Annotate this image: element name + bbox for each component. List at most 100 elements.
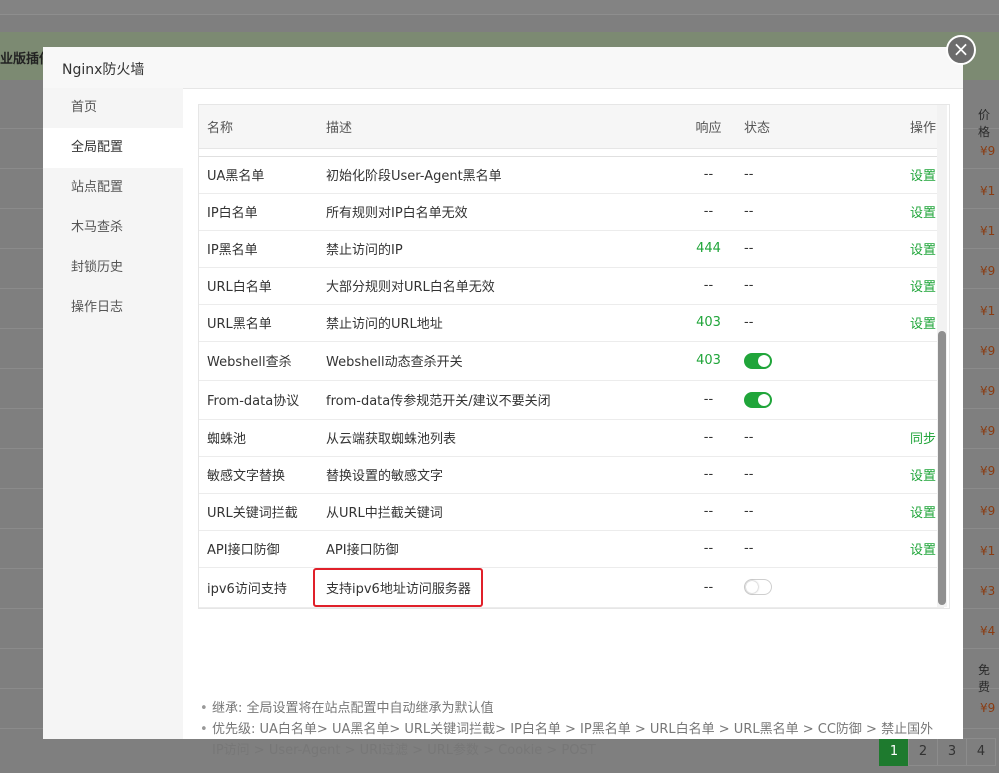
rule-desc-cell: 支持ipv6地址访问服务器: [313, 567, 681, 608]
global-config-panel: 名称 描述 响应 状态 操作 UA黑名单 初始化阶段User-Agent黑名单 --…: [183, 88, 963, 758]
rule-toggle-switch[interactable]: [744, 352, 772, 369]
notes-list: • 继承: 全局设置将在站点配置中自动继承为默认值 • 优先级: UA白名单> UA黑…: [200, 698, 940, 761]
table-row: IP白名单 所有规则对IP白名单无效 -- -- 设置: [199, 193, 944, 231]
rule-response: --: [681, 567, 736, 608]
settings-link[interactable]: 设置: [910, 169, 936, 184]
settings-link[interactable]: 设置: [910, 317, 936, 332]
sync-link[interactable]: 同步: [910, 432, 936, 447]
settings-link[interactable]: 设置: [910, 280, 936, 295]
rule-op-cell: 设置: [872, 456, 944, 494]
modal-header: Nginx防火墙: [43, 47, 963, 89]
background-price: ¥1: [980, 184, 996, 198]
rule-response: --: [681, 380, 736, 420]
background-price: ¥9: [980, 344, 996, 358]
rule-state-cell: --: [736, 156, 872, 194]
background-price: ¥1: [980, 224, 996, 238]
rule-name: IP白名单: [199, 193, 318, 231]
rule-description: Webshell动态查杀开关: [326, 355, 463, 370]
sidebar-item-site-config[interactable]: 站点配置: [43, 168, 183, 208]
rule-state-text: --: [744, 278, 754, 293]
table-spacer: [199, 148, 944, 157]
rule-desc-cell: 禁止访问的URL地址: [318, 304, 681, 342]
settings-link[interactable]: 设置: [910, 469, 936, 484]
rule-name: UA黑名单: [199, 156, 318, 194]
rule-desc-cell: Webshell动态查杀开关: [318, 341, 681, 381]
note-text: 优先级: UA白名单> UA黑名单> URL关键词拦截> IP白名单 > IP黑…: [212, 722, 934, 758]
rule-state-text: --: [744, 241, 754, 256]
rule-state-text: --: [744, 504, 754, 519]
page-3-button[interactable]: 3: [937, 738, 967, 766]
rule-op-cell: 设置: [872, 267, 944, 305]
settings-link[interactable]: 设置: [910, 206, 936, 221]
background-price: ¥9: [980, 264, 996, 278]
rule-state-text: --: [744, 541, 754, 556]
rule-name: 敏感文字替换: [199, 456, 318, 494]
rule-state-text: --: [744, 315, 754, 330]
close-icon[interactable]: ×: [946, 35, 976, 65]
background-price: ¥9: [980, 144, 996, 158]
scrollbar-thumb[interactable]: [938, 331, 946, 605]
rule-description: 所有规则对IP白名单无效: [326, 206, 468, 221]
sidebar-item-trojan-scan[interactable]: 木马查杀: [43, 208, 183, 248]
rule-description: from-data传参规范开关/建议不要关闭: [326, 394, 551, 409]
table-row: From-data协议 from-data传参规范开关/建议不要关闭 --: [199, 380, 944, 420]
table-row: URL黑名单 禁止访问的URL地址 403 -- 设置: [199, 304, 944, 342]
table-row: Webshell查杀 Webshell动态查杀开关 403: [199, 341, 944, 381]
rule-name: IP黑名单: [199, 230, 318, 268]
rule-state-cell: --: [736, 267, 872, 305]
table-row: URL白名单 大部分规则对URL白名单无效 -- -- 设置: [199, 267, 944, 305]
rule-state-cell: --: [736, 230, 872, 268]
rule-name: Webshell查杀: [199, 341, 318, 381]
rule-desc-cell: 从URL中拦截关键词: [318, 493, 681, 531]
rule-description: 从URL中拦截关键词: [326, 506, 443, 521]
rule-description: API接口防御: [326, 543, 399, 558]
rule-desc-cell: 替换设置的敏感文字: [318, 456, 681, 494]
rules-table: 名称 描述 响应 状态 操作 UA黑名单 初始化阶段User-Agent黑名单 --…: [199, 105, 944, 608]
rule-name: URL黑名单: [199, 304, 318, 342]
rule-state-cell: --: [736, 493, 872, 531]
sidebar-item-global-config[interactable]: 全局配置: [43, 128, 183, 168]
rule-name: URL白名单: [199, 267, 318, 305]
background-price: ¥9: [980, 464, 996, 478]
settings-link[interactable]: 设置: [910, 543, 936, 558]
rule-response: --: [681, 530, 736, 568]
rule-state-cell: [736, 567, 872, 608]
rule-description: 禁止访问的IP: [326, 243, 403, 258]
rule-state-cell: --: [736, 193, 872, 231]
background-price: ¥4: [980, 624, 996, 638]
rule-op-cell: 同步: [872, 419, 944, 457]
rule-description: 初始化阶段User-Agent黑名单: [326, 169, 502, 184]
background-price: ¥9: [980, 384, 996, 398]
sidebar-item-block-history[interactable]: 封锁历史: [43, 248, 183, 288]
settings-link[interactable]: 设置: [910, 243, 936, 258]
table-row: 蜘蛛池 从云端获取蜘蛛池列表 -- -- 同步: [199, 419, 944, 457]
sidebar-item-operation-log[interactable]: 操作日志: [43, 288, 183, 328]
rule-toggle-switch[interactable]: [744, 391, 772, 408]
rule-response: --: [681, 493, 736, 531]
rule-desc-cell: 大部分规则对URL白名单无效: [318, 267, 681, 305]
rule-response: --: [681, 456, 736, 494]
rule-description: 支持ipv6地址访问服务器: [313, 567, 483, 607]
rule-desc-cell: 初始化阶段User-Agent黑名单: [318, 156, 681, 194]
header-desc: 描述: [318, 105, 681, 149]
note-item: • 优先级: UA白名单> UA黑名单> URL关键词拦截> IP白名单 > IP…: [200, 719, 940, 761]
rule-op-cell: 设置: [872, 530, 944, 568]
rule-toggle-switch[interactable]: [744, 579, 772, 595]
rule-op-cell: 设置: [872, 230, 944, 268]
settings-link[interactable]: 设置: [910, 506, 936, 521]
background-price: ¥9: [980, 701, 996, 715]
header-resp: 响应: [681, 105, 736, 149]
table-scrollbar[interactable]: [937, 105, 947, 607]
rules-table-container: 名称 描述 响应 状态 操作 UA黑名单 初始化阶段User-Agent黑名单 --…: [198, 104, 950, 609]
table-row: IP黑名单 禁止访问的IP 444 -- 设置: [199, 230, 944, 268]
background-price: ¥1: [980, 304, 996, 318]
rule-name: URL关键词拦截: [199, 493, 318, 531]
table-row: UA黑名单 初始化阶段User-Agent黑名单 -- -- 设置: [199, 156, 944, 194]
toggle-knob: [746, 581, 758, 593]
background-price: ¥3: [980, 584, 996, 598]
sidebar-item-home[interactable]: 首页: [43, 88, 183, 128]
rule-name: API接口防御: [199, 530, 318, 568]
page-4-button[interactable]: 4: [966, 738, 996, 766]
rule-state-text: --: [744, 430, 754, 445]
background-price: ¥9: [980, 424, 996, 438]
